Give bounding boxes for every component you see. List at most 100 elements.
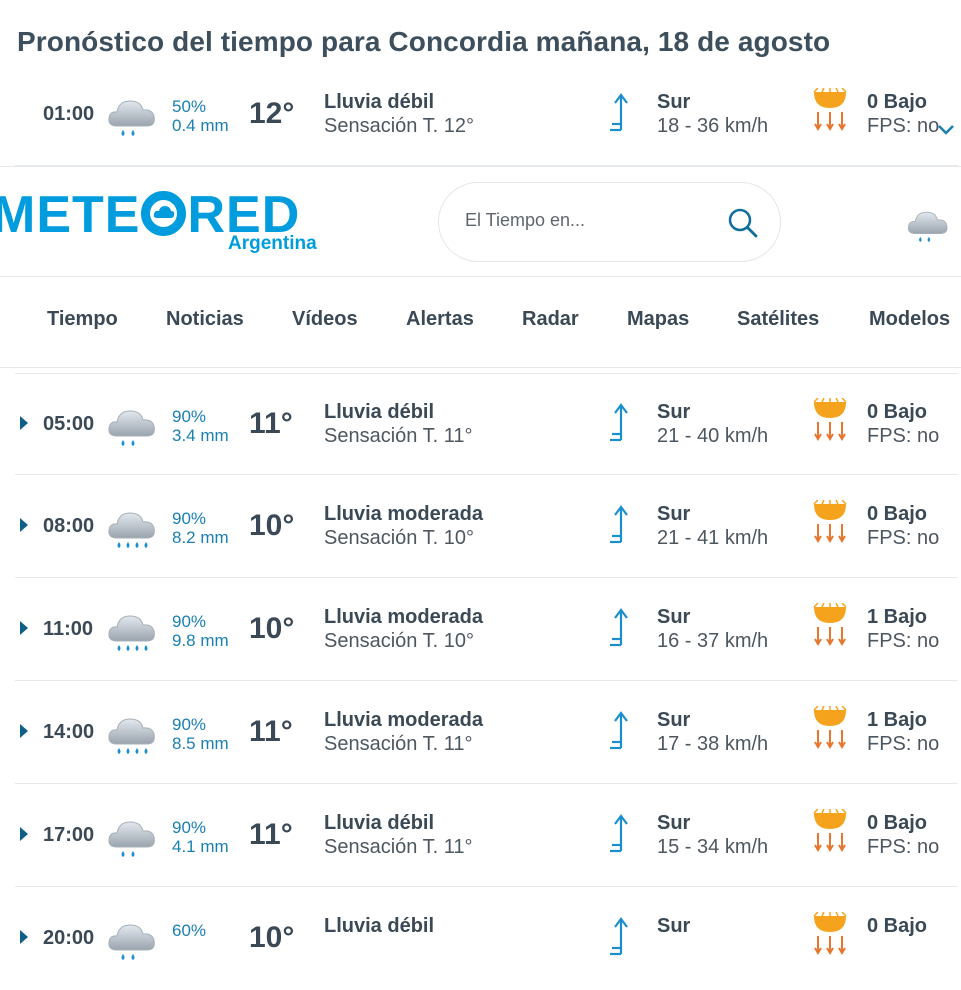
fps-value: FPS: no: [867, 836, 940, 858]
expand-caret-icon[interactable]: [20, 621, 28, 635]
fps-value: FPS: no: [867, 115, 940, 137]
condition: Lluvia débil: [324, 812, 435, 834]
uv-index: 0 Bajo: [867, 91, 928, 113]
nav-item-satelites[interactable]: Satélites: [737, 308, 819, 331]
wind-arrow-icon: [607, 92, 631, 136]
moderate-rain-icon: [105, 607, 159, 655]
uv-index: 0 Bajo: [867, 503, 928, 525]
forecast-row[interactable]: 17:00 90% 4.1 mm 11° Lluvia débil Sensac…: [15, 785, 958, 887]
row-time: 08:00: [43, 515, 95, 537]
sun-uv-icon: [810, 88, 850, 134]
condition: Lluvia débil: [324, 91, 435, 113]
search-input[interactable]: [463, 209, 707, 232]
wind-direction: Sur: [657, 812, 691, 834]
feels-like: Sensación T. 10°: [324, 527, 474, 549]
nav-item-alertas[interactable]: Alertas: [406, 308, 474, 331]
moderate-rain-icon: [105, 504, 159, 552]
expand-caret-icon[interactable]: [20, 518, 28, 532]
wind-speed: 15 - 34 km/h: [657, 836, 769, 858]
sun-uv-icon: [810, 398, 850, 444]
wind-direction: Sur: [657, 606, 691, 628]
wind-arrow-icon: [607, 813, 631, 857]
nav-item-modelos[interactable]: Modelos: [869, 308, 950, 331]
rain-probability: 50%: [172, 97, 207, 116]
light-rain-icon: [105, 813, 159, 861]
rain-probability: 60%: [172, 921, 207, 940]
wind-direction: Sur: [657, 915, 691, 937]
condition: Lluvia moderada: [324, 709, 483, 731]
wind-arrow-icon: [607, 504, 631, 548]
wind-speed: 16 - 37 km/h: [657, 630, 769, 652]
wind-arrow-icon: [607, 402, 631, 446]
expand-caret-icon[interactable]: [20, 827, 28, 841]
feels-like: Sensación T. 11°: [324, 733, 473, 755]
sun-uv-icon: [810, 603, 850, 649]
chevron-down-icon[interactable]: [937, 124, 955, 136]
rain-probability: 90%: [172, 818, 207, 837]
wind-direction: Sur: [657, 401, 691, 423]
rain-probability: 90%: [172, 612, 207, 631]
temperature: 10°: [249, 509, 295, 542]
wind-direction: Sur: [657, 503, 691, 525]
wind-arrow-icon: [607, 607, 631, 651]
uv-index: 0 Bajo: [867, 915, 928, 937]
expand-caret-icon[interactable]: [20, 724, 28, 738]
forecast-row[interactable]: 14:00 90% 8.5 mm 11° Lluvia moderada Sen…: [15, 682, 958, 784]
search-icon[interactable]: [727, 207, 759, 239]
wind-arrow-icon: [607, 916, 631, 960]
nav-item-mapas[interactable]: Mapas: [627, 308, 689, 331]
rain-amount: 4.1 mm: [172, 837, 229, 856]
rain-probability: 90%: [172, 407, 207, 426]
wind-speed: 18 - 36 km/h: [657, 115, 769, 137]
nav-item-videos[interactable]: Vídeos: [292, 308, 358, 331]
wind-speed: 17 - 38 km/h: [657, 733, 769, 755]
expand-caret-icon[interactable]: [20, 416, 28, 430]
forecast-row[interactable]: 11:00 90% 9.8 mm 10° Lluvia moderada Sen…: [15, 579, 958, 681]
row-time: 05:00: [43, 413, 95, 435]
rain-probability: 90%: [172, 509, 207, 528]
wind-direction: Sur: [657, 709, 691, 731]
light-rain-icon: [105, 916, 159, 964]
rain-amount: 8.2 mm: [172, 528, 229, 547]
rain-amount: 9.8 mm: [172, 631, 229, 650]
condition: Lluvia débil: [324, 401, 435, 423]
logo-cloud-icon: [141, 191, 187, 236]
feels-like: Sensación T. 10°: [324, 630, 474, 652]
feels-like: Sensación T. 11°: [324, 836, 473, 858]
forecast-row[interactable]: 05:00 90% 3.4 mm 11° Lluvia débil Sensac…: [15, 373, 958, 475]
site-header: METERED Argentina Tiempo Noticias Vídeos…: [0, 166, 961, 368]
condition: Lluvia débil: [324, 915, 435, 937]
forecast-row[interactable]: 20:00 60% 10° Lluvia débil Sur 0 Bajo: [15, 888, 958, 990]
rain-amount: 3.4 mm: [172, 426, 229, 445]
sun-uv-icon: [810, 809, 850, 855]
nav-item-noticias[interactable]: Noticias: [166, 308, 244, 331]
condition: Lluvia moderada: [324, 503, 483, 525]
forecast-row[interactable]: 08:00 90% 8.2 mm 10° Lluvia moderada Sen…: [15, 476, 958, 578]
page-title: Pronóstico del tiempo para Concordia mañ…: [17, 26, 831, 57]
light-rain-icon: [105, 92, 159, 140]
wind-speed: 21 - 40 km/h: [657, 425, 769, 447]
temperature: 10°: [249, 921, 295, 954]
uv-index: 0 Bajo: [867, 812, 928, 834]
uv-index: 1 Bajo: [867, 606, 928, 628]
fps-value: FPS: no: [867, 733, 940, 755]
moderate-rain-icon: [105, 710, 159, 758]
wind-speed: 21 - 41 km/h: [657, 527, 769, 549]
condition: Lluvia moderada: [324, 606, 483, 628]
fps-value: FPS: no: [867, 527, 940, 549]
feels-like: Sensación T. 12°: [324, 115, 474, 137]
row-time: 11:00: [43, 618, 94, 640]
fps-value: FPS: no: [867, 425, 940, 447]
wind-direction: Sur: [657, 91, 691, 113]
cloud-rain-icon[interactable]: [905, 203, 951, 247]
temperature: 11°: [249, 715, 293, 748]
nav-item-tiempo[interactable]: Tiempo: [47, 308, 118, 331]
rain-probability: 90%: [172, 715, 207, 734]
row-time: 20:00: [43, 927, 95, 949]
search-box[interactable]: [438, 182, 781, 262]
forecast-row[interactable]: 01:00 50% 0.4 mm 12° Lluvia débil Sensac…: [15, 64, 958, 166]
logo-subtitle: Argentina: [228, 233, 317, 254]
nav-item-radar[interactable]: Radar: [522, 308, 579, 331]
row-time: 17:00: [43, 824, 95, 846]
temperature: 10°: [249, 612, 295, 645]
